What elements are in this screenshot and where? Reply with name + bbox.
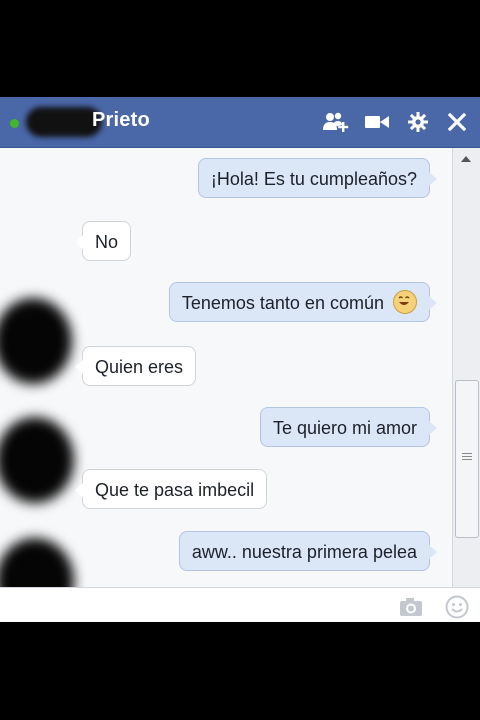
camera-icon[interactable] <box>398 594 424 620</box>
grip-icon <box>462 453 472 462</box>
message-bubble-outgoing[interactable]: Te quiero mi amor <box>259 407 438 447</box>
message-bubble-incoming[interactable]: Quien eres <box>74 346 197 386</box>
smiley-icon <box>393 290 417 315</box>
contact-avatar <box>0 298 72 384</box>
message-text: aww.. nuestra primera pelea <box>191 542 417 562</box>
message-text: ¡Hola! Es tu cumpleaños? <box>210 169 417 189</box>
message-bubble-outgoing[interactable]: aww.. nuestra primera pelea <box>178 531 438 571</box>
message-text: Tenemos tanto en común <box>181 293 384 313</box>
message-text: Que te pasa imbecil <box>95 480 255 500</box>
message-text: No <box>95 232 119 252</box>
gear-icon[interactable] <box>404 108 432 136</box>
message-text: Quien eres <box>95 357 184 377</box>
video-call-icon[interactable] <box>363 108 391 136</box>
online-status-icon <box>10 119 19 128</box>
add-friend-icon[interactable] <box>322 108 350 136</box>
contact-avatar <box>0 417 74 503</box>
chat-window: Prieto ¡Hola! Es tu cumpleaños? No Tenem… <box>0 97 480 622</box>
contact-name[interactable]: Prieto <box>92 109 150 132</box>
redacted-name <box>26 107 102 137</box>
message-input[interactable] <box>6 592 390 620</box>
message-bubble-incoming[interactable]: No <box>74 221 132 261</box>
scroll-up-arrow-icon[interactable] <box>461 156 471 162</box>
chat-titlebar[interactable]: Prieto <box>0 97 480 148</box>
message-bubble-outgoing[interactable]: Tenemos tanto en común <box>168 282 438 322</box>
message-text: Te quiero mi amor <box>272 418 417 438</box>
message-bubble-incoming[interactable]: Que te pasa imbecil <box>74 469 268 509</box>
emoticon-icon[interactable] <box>444 594 470 620</box>
message-scrollbar[interactable] <box>452 148 480 622</box>
scroll-thumb[interactable] <box>455 380 479 538</box>
close-icon[interactable] <box>443 108 471 136</box>
message-bubble-outgoing[interactable]: ¡Hola! Es tu cumpleaños? <box>197 158 438 198</box>
message-list[interactable]: ¡Hola! Es tu cumpleaños? No Tenemos tant… <box>0 148 452 622</box>
message-composer <box>0 587 480 622</box>
